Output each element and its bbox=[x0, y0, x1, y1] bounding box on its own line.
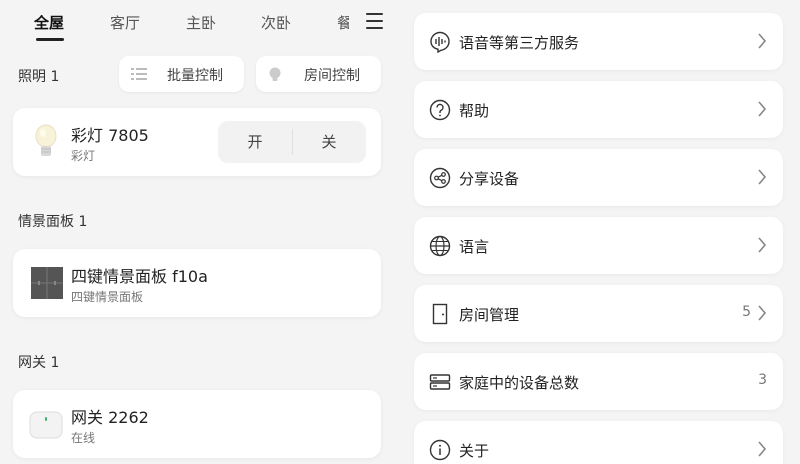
power-off-button[interactable]: 关 bbox=[292, 121, 366, 163]
device-status: 在线 bbox=[71, 431, 96, 445]
info-icon bbox=[429, 439, 451, 461]
device-card-scene-panel[interactable]: 四键情景面板 f10a 四键情景面板 bbox=[13, 249, 381, 317]
scene-panel-icon bbox=[31, 267, 63, 299]
settings-row-help[interactable]: 帮助 bbox=[414, 81, 783, 138]
tab-master-bedroom[interactable]: 主卧 bbox=[186, 12, 216, 33]
voice-icon bbox=[430, 31, 450, 53]
chevron-right-icon bbox=[758, 33, 767, 49]
batch-control-label: 批量控制 bbox=[167, 68, 223, 84]
settings-row-label: 帮助 bbox=[459, 102, 490, 120]
settings-row-label: 关于 bbox=[459, 442, 490, 460]
section-title-lighting: 照明 1 bbox=[18, 69, 60, 85]
device-name: 网关 2262 bbox=[71, 408, 149, 427]
devices-icon bbox=[429, 374, 451, 390]
tab-second-bedroom[interactable]: 次卧 bbox=[261, 12, 291, 33]
settings-row-about[interactable]: 关于 bbox=[414, 421, 783, 464]
gateway-icon bbox=[29, 411, 63, 439]
door-icon bbox=[432, 303, 448, 325]
settings-row-label: 家庭中的设备总数 bbox=[459, 374, 580, 392]
tab-living-room[interactable]: 客厅 bbox=[110, 12, 140, 33]
settings-panel: 语音等第三方服务 帮助 分享设备 语言 房间管理 5 家庭中的设备总数 3 关于 bbox=[414, 0, 784, 464]
globe-icon bbox=[429, 235, 451, 257]
chevron-right-icon bbox=[758, 101, 767, 117]
device-card-color-light[interactable]: 彩灯 7805 彩灯 开 关 bbox=[13, 108, 381, 176]
section-title-scene-panel: 情景面板 1 bbox=[18, 214, 88, 230]
chevron-right-icon bbox=[758, 169, 767, 185]
chevron-right-icon bbox=[758, 237, 767, 253]
chevron-right-icon bbox=[758, 441, 767, 457]
chevron-right-icon bbox=[758, 305, 767, 321]
help-icon bbox=[429, 99, 451, 121]
device-type: 彩灯 bbox=[71, 149, 96, 163]
room-control-button[interactable]: 房间控制 bbox=[256, 56, 381, 92]
settings-row-label: 房间管理 bbox=[459, 306, 520, 324]
batch-control-button[interactable]: 批量控制 bbox=[119, 56, 244, 92]
power-switch-group: 开 关 bbox=[218, 121, 366, 163]
device-type: 四键情景面板 bbox=[71, 290, 144, 304]
share-icon bbox=[429, 167, 451, 189]
settings-row-room-management[interactable]: 房间管理 5 bbox=[414, 285, 783, 342]
device-card-gateway[interactable]: 网关 2262 在线 bbox=[13, 390, 381, 458]
section-title-gateway: 网关 1 bbox=[18, 355, 60, 371]
device-count-value: 3 bbox=[758, 372, 767, 388]
settings-row-share-device[interactable]: 分享设备 bbox=[414, 149, 783, 206]
device-panel: 全屋 客厅 主卧 次卧 餐 照明 1 批量控制 房间控制 彩灯 7805 彩灯 bbox=[0, 0, 395, 464]
settings-row-device-count: 家庭中的设备总数 3 bbox=[414, 353, 783, 410]
active-tab-indicator bbox=[36, 38, 64, 41]
settings-row-language[interactable]: 语言 bbox=[414, 217, 783, 274]
settings-row-label: 语音等第三方服务 bbox=[459, 34, 580, 52]
light-bulb-icon bbox=[35, 124, 57, 156]
device-name: 四键情景面板 f10a bbox=[71, 267, 208, 286]
device-name: 彩灯 7805 bbox=[71, 126, 149, 145]
bulb-icon bbox=[269, 67, 281, 81]
tab-dining[interactable]: 餐 bbox=[337, 12, 349, 33]
menu-icon[interactable] bbox=[366, 13, 383, 29]
room-count-value: 5 bbox=[742, 304, 751, 320]
room-control-label: 房间控制 bbox=[304, 68, 360, 84]
room-tabs: 全屋 客厅 主卧 次卧 餐 bbox=[0, 0, 395, 44]
settings-row-label: 语言 bbox=[459, 238, 490, 256]
list-icon bbox=[131, 68, 147, 80]
tab-whole-house[interactable]: 全屋 bbox=[34, 12, 64, 33]
settings-row-label: 分享设备 bbox=[459, 170, 520, 188]
power-on-button[interactable]: 开 bbox=[218, 121, 292, 163]
settings-row-voice-services[interactable]: 语音等第三方服务 bbox=[414, 13, 783, 70]
